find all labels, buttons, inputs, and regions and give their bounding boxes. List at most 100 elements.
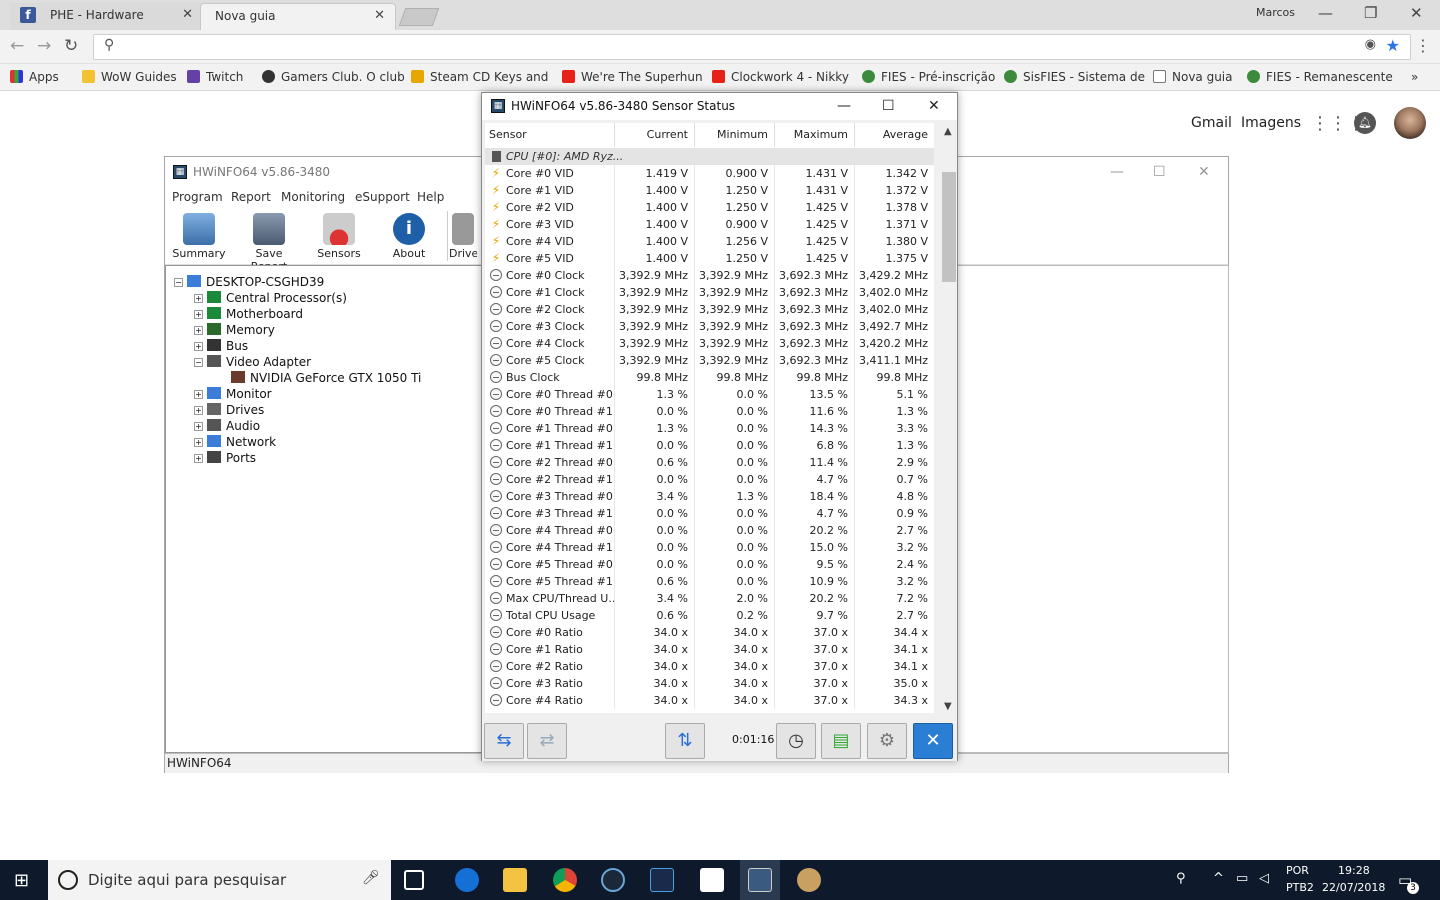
people-icon[interactable]: ⚲ <box>1176 871 1186 886</box>
avatar[interactable] <box>1394 107 1426 139</box>
task-view-icon[interactable] <box>404 870 424 890</box>
minimize-icon[interactable]: — <box>837 93 851 120</box>
scroll-down-icon[interactable]: ▼ <box>944 701 952 712</box>
menu-program[interactable]: Program <box>172 190 223 204</box>
tree-node[interactable]: + Network <box>194 435 276 449</box>
sensors-button[interactable]: Sensors <box>309 211 369 260</box>
arrows-left-right-icon[interactable]: ⇆ <box>484 723 524 759</box>
bookmarks-overflow[interactable]: » <box>1411 70 1418 84</box>
settings-gear-icon[interactable]: ⚙ <box>867 723 907 759</box>
tree-node[interactable]: + Motherboard <box>194 307 303 321</box>
bookmark-superhuman[interactable]: We're The Superhun <box>562 70 703 84</box>
minimize-icon[interactable]: — <box>1318 4 1333 22</box>
tab-nova-guia[interactable]: Nova guia ✕ <box>200 3 396 30</box>
table-row[interactable]: ⚡︎ Core #4 VID 1.400 V 1.256 V 1.425 V 1.380 … <box>485 233 934 250</box>
notepad-icon[interactable] <box>700 868 724 892</box>
hwinfo-taskbar-icon[interactable] <box>748 868 772 892</box>
tree-node[interactable]: − DESKTOP-CSGHD39 <box>174 275 324 289</box>
column-header-sensor[interactable]: Sensor <box>485 123 615 147</box>
tree-node[interactable]: + Bus <box>194 339 248 353</box>
save-report-button[interactable]: Save Report <box>239 211 299 273</box>
expand-icon[interactable]: + <box>194 342 203 351</box>
menu-icon[interactable]: ⋮ <box>1415 36 1431 55</box>
expand-icon[interactable]: + <box>194 438 203 447</box>
maximize-icon[interactable]: ☐ <box>1153 157 1166 187</box>
driver-button[interactable]: Drive <box>449 211 477 260</box>
extension-icon[interactable]: ◉ <box>1365 37 1376 52</box>
bookmark-clockwork[interactable]: Clockwork 4 - Nikky <box>712 70 849 84</box>
close-icon[interactable]: ✕ <box>374 4 385 28</box>
sensor-group-row[interactable]: CPU [#0]: AMD Ryz... <box>485 148 934 165</box>
table-row[interactable]: Core #5 Clock 3,392.9 MHz 3,392.9 MHz 3,692… <box>485 352 934 369</box>
bookmark-wow-guides[interactable]: WoW Guides <box>82 70 177 84</box>
edge-icon[interactable] <box>455 868 479 892</box>
table-row[interactable]: Core #4 Thread #1... 0.0 % 0.0 % 15.0 % 3.2 … <box>485 539 934 556</box>
scrollbar[interactable]: ▲ ▼ <box>941 126 957 714</box>
maximize-icon[interactable]: ☐ <box>882 93 895 120</box>
tree-node[interactable]: + Central Processor(s) <box>194 291 347 305</box>
table-row[interactable]: ⚡︎ Core #3 VID 1.400 V 0.900 V 1.425 V 1.371 … <box>485 216 934 233</box>
table-row[interactable]: Core #0 Thread #0... 1.3 % 0.0 % 13.5 % 5.1 … <box>485 386 934 403</box>
collapse-icon[interactable]: − <box>174 278 183 287</box>
tree-node[interactable]: + Monitor <box>194 387 272 401</box>
bookmark-twitch[interactable]: Twitch <box>187 70 243 84</box>
microphone-icon[interactable]: 🎤︎ <box>362 870 380 886</box>
gmail-link[interactable]: Gmail <box>1191 115 1232 131</box>
expand-icon[interactable]: + <box>194 406 203 415</box>
table-row[interactable]: Core #0 Thread #1... 0.0 % 0.0 % 11.6 % 1.3 … <box>485 403 934 420</box>
table-row[interactable]: Core #3 Thread #1... 0.0 % 0.0 % 4.7 % 0.9 % <box>485 505 934 522</box>
table-row[interactable]: Core #2 Ratio 34.0 x 34.0 x 37.0 x 34.1 x <box>485 658 934 675</box>
table-row[interactable]: Core #4 Ratio 34.0 x 34.0 x 37.0 x 34.3 x <box>485 692 934 709</box>
table-row[interactable]: Core #3 Ratio 34.0 x 34.0 x 37.0 x 35.0 x <box>485 675 934 692</box>
tree-node[interactable]: + Ports <box>194 451 256 465</box>
close-icon[interactable]: ✕ <box>182 3 193 27</box>
table-row[interactable]: Core #1 Thread #0... 1.3 % 0.0 % 14.3 % 3.3 … <box>485 420 934 437</box>
table-row[interactable]: Core #4 Thread #0... 0.0 % 0.0 % 20.2 % 2.7 … <box>485 522 934 539</box>
bookmark-sisfies[interactable]: SisFIES - Sistema de <box>1004 70 1145 84</box>
column-header-average[interactable]: Average <box>855 123 934 147</box>
table-row[interactable]: Core #2 Clock 3,392.9 MHz 3,392.9 MHz 3,692… <box>485 301 934 318</box>
close-icon[interactable]: ✕ <box>928 93 940 120</box>
table-row[interactable]: Core #5 Thread #0... 0.0 % 0.0 % 9.5 % 2.4 % <box>485 556 934 573</box>
expand-icon[interactable]: + <box>194 422 203 431</box>
arrows-collapse-icon[interactable]: ⇄ <box>527 723 567 759</box>
add-log-icon[interactable]: ▤ <box>821 723 861 759</box>
table-row[interactable]: Max CPU/Thread U... 3.4 % 2.0 % 20.2 % 7.2 % <box>485 590 934 607</box>
table-row[interactable]: Core #2 Thread #1... 0.0 % 0.0 % 4.7 % 0.7 % <box>485 471 934 488</box>
menu-report[interactable]: Report <box>231 190 271 204</box>
taskbar-search[interactable]: Digite aqui para pesquisar 🎤︎ <box>48 860 391 900</box>
expand-icon[interactable]: + <box>194 390 203 399</box>
tree-node[interactable]: + Drives <box>194 403 264 417</box>
scroll-up-icon[interactable]: ▲ <box>944 126 952 137</box>
network-monitor-icon[interactable]: ⇅ <box>665 723 705 759</box>
table-row[interactable]: ⚡︎ Core #2 VID 1.400 V 1.250 V 1.425 V 1.378 … <box>485 199 934 216</box>
table-row[interactable]: Core #5 Thread #1... 0.6 % 0.0 % 10.9 % 3.2 … <box>485 573 934 590</box>
tree-node[interactable]: − Video Adapter <box>194 355 311 369</box>
column-header-minimum[interactable]: Minimum <box>695 123 775 147</box>
images-link[interactable]: Imagens <box>1241 115 1301 131</box>
clock-time[interactable]: 19:28 <box>1338 864 1370 877</box>
menu-monitoring[interactable]: Monitoring <box>281 190 345 204</box>
bookmark-steam-cd-keys[interactable]: Steam CD Keys and <box>411 70 548 84</box>
network-tray-icon[interactable]: ▭ <box>1236 871 1248 886</box>
paint-icon[interactable] <box>797 868 821 892</box>
table-row[interactable]: Total CPU Usage 0.6 % 0.2 % 9.7 % 2.7 % <box>485 607 934 624</box>
close-sensors-button[interactable]: ✕ <box>913 723 953 759</box>
windows-start-icon[interactable]: ⊞ <box>14 870 29 891</box>
table-row[interactable]: Core #2 Thread #0... 0.6 % 0.0 % 11.4 % 2.9 … <box>485 454 934 471</box>
scroll-thumb[interactable] <box>942 172 956 282</box>
table-row[interactable]: ⚡︎ Core #5 VID 1.400 V 1.250 V 1.425 V 1.375 … <box>485 250 934 267</box>
expand-icon[interactable]: + <box>194 326 203 335</box>
reload-icon[interactable]: ↻ <box>64 36 78 56</box>
table-row[interactable]: Core #1 Ratio 34.0 x 34.0 x 37.0 x 34.1 x <box>485 641 934 658</box>
tree-node[interactable]: + Audio <box>194 419 260 433</box>
bookmark-star-icon[interactable]: ★ <box>1386 36 1400 55</box>
address-bar[interactable]: ⚲ ◉ ★ <box>93 34 1411 60</box>
table-row[interactable]: Core #4 Clock 3,392.9 MHz 3,392.9 MHz 3,692… <box>485 335 934 352</box>
column-header-current[interactable]: Current <box>615 123 695 147</box>
table-row[interactable]: Core #3 Clock 3,392.9 MHz 3,392.9 MHz 3,692… <box>485 318 934 335</box>
bookmark-nova-guia[interactable]: Nova guia <box>1153 70 1233 84</box>
table-row[interactable]: Core #3 Thread #0... 3.4 % 1.3 % 18.4 % 4.8 … <box>485 488 934 505</box>
minimize-icon[interactable]: — <box>1110 157 1124 187</box>
input-layout[interactable]: PTB2 <box>1286 881 1314 894</box>
